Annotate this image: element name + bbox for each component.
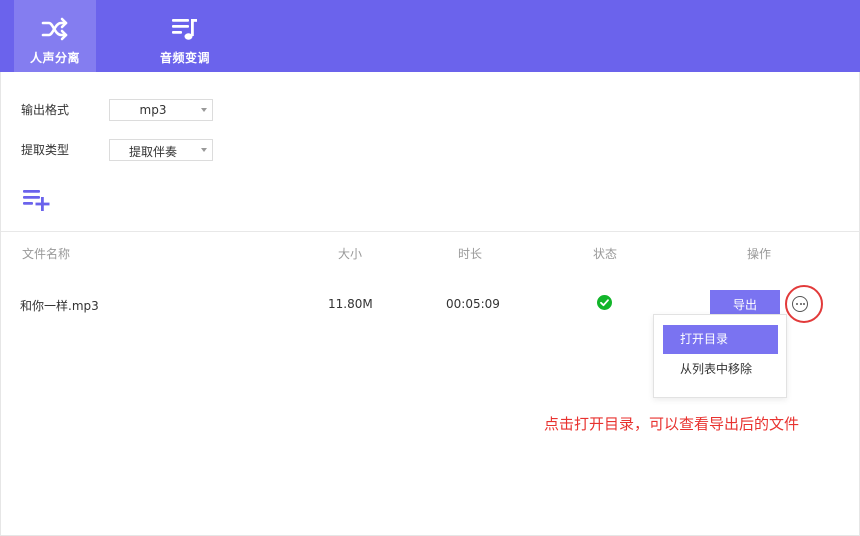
- column-header-duration: 时长: [458, 247, 483, 261]
- file-duration: 00:05:09: [446, 297, 500, 311]
- extract-type-value: 提取伴奏: [128, 145, 177, 159]
- file-name: 和你一样.mp3: [20, 299, 99, 313]
- tab-label: 音频变调: [159, 51, 210, 65]
- tab-pitch-shift[interactable]: 音频变调: [144, 0, 226, 72]
- output-format-value: mp3: [139, 103, 167, 117]
- shuffle-icon: [40, 16, 70, 42]
- menu-item-open-folder[interactable]: 打开目录: [663, 325, 778, 354]
- column-header-size: 大小: [338, 247, 363, 261]
- annotation-text: 点击打开目录，可以查看导出后的文件: [544, 415, 800, 433]
- playlist-add-icon: [23, 190, 50, 211]
- column-header-actions: 操作: [747, 247, 772, 261]
- tab-label: 人声分离: [29, 51, 80, 65]
- highlight-circle: [785, 285, 823, 323]
- tab-vocal-separation[interactable]: 人声分离: [14, 0, 96, 72]
- extract-type-select[interactable]: 提取伴奏: [109, 139, 213, 161]
- check-circle-icon: [597, 295, 612, 310]
- context-menu: 打开目录 从列表中移除: [653, 314, 787, 398]
- menu-item-remove-from-list[interactable]: 从列表中移除: [663, 355, 778, 384]
- column-header-status: 状态: [593, 247, 618, 261]
- top-tab-bar: 人声分离 音频变调: [0, 0, 860, 72]
- extract-type-label: 提取类型: [21, 143, 70, 157]
- column-header-filename: 文件名称: [22, 247, 71, 261]
- output-format-label: 输出格式: [21, 103, 70, 117]
- file-size: 11.80M: [328, 297, 373, 311]
- divider: [1, 231, 859, 232]
- chevron-down-icon: [201, 108, 207, 112]
- chevron-down-icon: [201, 148, 207, 152]
- add-files-button[interactable]: [22, 187, 52, 211]
- music-list-icon: [170, 16, 200, 42]
- output-format-select[interactable]: mp3: [109, 99, 213, 121]
